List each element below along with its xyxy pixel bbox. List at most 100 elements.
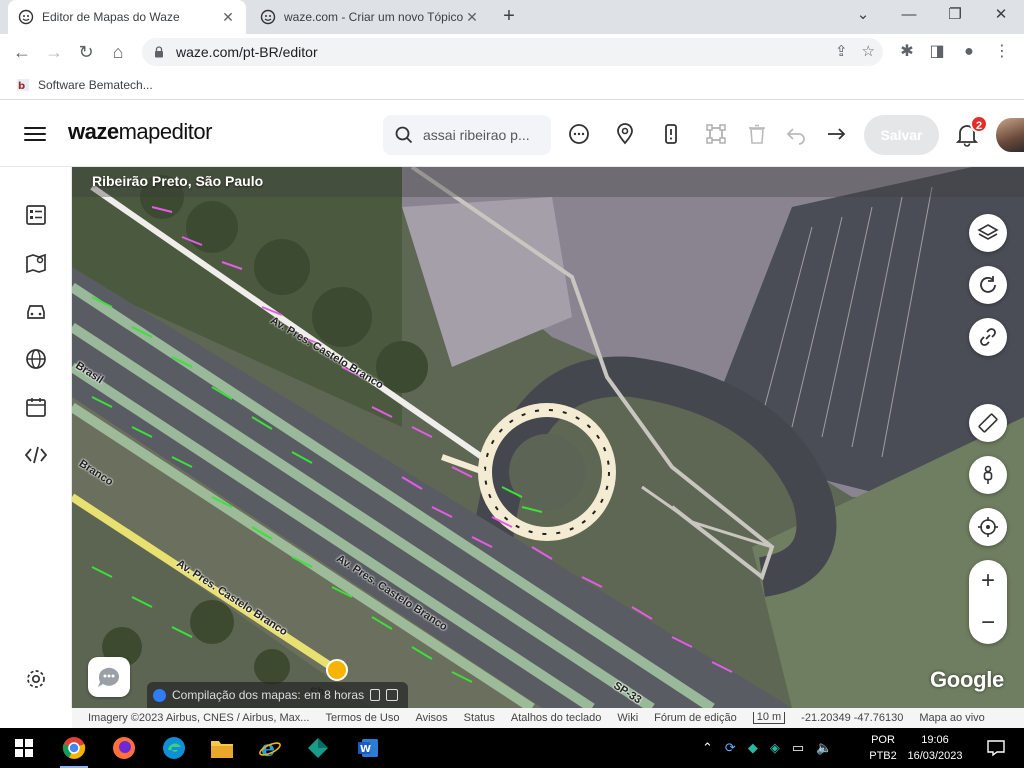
input-language[interactable]: POR PTB2 [866,732,900,764]
clock-date: 16/03/2023 [907,750,963,762]
permalink-button[interactable] [969,318,1007,356]
sidebar-item-drives[interactable] [24,299,48,323]
bookmark-star-icon[interactable]: ☆ [862,42,875,60]
profile-icon[interactable]: ● [955,38,983,66]
show-hidden-icons-chevron-icon[interactable]: ⌃ [702,740,713,756]
sidebar-item-scripts[interactable] [24,443,48,467]
app-diamond-icon[interactable] [298,732,338,764]
delete-trash-icon[interactable] [744,121,770,147]
mobile-icon[interactable] [370,689,381,701]
undo-icon[interactable] [783,121,809,147]
tab-waze-forum[interactable]: waze.com - Criar um novo Tópico ✕ [250,0,490,34]
layers-button[interactable] [969,214,1007,252]
refresh-icon [980,276,996,293]
forward-arrow-icon[interactable]: → [40,38,68,66]
link-shortcuts[interactable]: Atalhos do teclado [511,712,602,724]
bematech-favicon-icon: b [17,78,29,92]
windows-start-icon[interactable] [4,732,44,764]
app-tray-icon[interactable]: ◆ [748,740,758,756]
link-status[interactable]: Status [464,712,495,724]
map-compile-status: Compilação dos mapas: em 8 horas [147,682,409,708]
side-panel-icon[interactable]: ◨ [923,38,951,66]
close-tab-icon[interactable]: ✕ [464,9,480,26]
volume-icon[interactable]: 🔈 [816,740,832,756]
back-arrow-icon[interactable]: ← [8,38,36,66]
code-icon [24,446,48,464]
hamburger-menu-icon[interactable] [24,123,46,143]
bookmarks-bar: b Software Bematech... [0,70,1024,100]
live-map-link[interactable]: Mapa ao vivo [919,712,984,724]
link-icon [980,328,996,346]
browser-menu-icon[interactable]: ⋮ [988,38,1016,66]
chat-button[interactable] [88,657,130,697]
url-text: waze.com/pt-BR/editor [176,44,318,60]
waze-favicon-icon [260,9,276,25]
avatar[interactable] [996,118,1024,152]
close-window-icon[interactable]: ✕ [978,0,1024,34]
sidebar-item-areas[interactable] [24,347,48,371]
restore-icon[interactable]: ❐ [932,0,978,34]
address-bar[interactable]: waze.com/pt-BR/editor ⇪ ☆ [142,38,883,66]
file-explorer-icon[interactable] [202,732,242,764]
svg-text:b: b [18,81,25,92]
waze-logo: wazemapeditor [68,119,212,144]
zoom-out-button[interactable]: − [969,602,1007,644]
scale-bar: 10 m [752,712,786,724]
measure-button[interactable] [969,404,1007,442]
car-icon [27,305,45,319]
link-wiki[interactable]: Wiki [617,712,638,724]
notification-center-icon[interactable] [976,732,1016,764]
network-icon[interactable]: ▭ [792,740,804,756]
chrome-icon[interactable] [54,732,94,768]
location-bar: Ribeirão Preto, São Paulo [72,167,1024,197]
firefox-icon[interactable] [104,732,144,764]
map-canvas[interactable]: Av. Pres. Castelo Branco Av. Pres. Caste… [72,167,1024,708]
coordinates: -21.20349 -47.76130 [801,712,904,724]
edge-icon[interactable] [154,732,194,764]
tab-search-chevron-icon[interactable]: ⌄ [840,0,886,34]
sidebar-item-events[interactable] [24,395,48,419]
extensions-puzzle-icon[interactable]: ✱ [893,38,921,66]
internet-explorer-icon[interactable]: e [250,732,290,764]
search-icon [395,126,413,144]
info-check-icon [153,688,166,702]
new-tab-button[interactable]: + [498,6,520,28]
link-forum[interactable]: Fórum de edição [654,712,737,724]
link-terms[interactable]: Termos de Uso [325,712,399,724]
waze-header: wazemapeditor assai ribeirao p... Salvar… [0,101,1024,167]
select-segments-icon[interactable] [703,121,729,147]
hazard-icon[interactable] [658,121,684,147]
search-input[interactable]: assai ribeirao p... [383,115,551,155]
tab-title: waze.com - Criar um novo Tópico [284,10,464,24]
my-location-button[interactable] [969,508,1007,546]
browser-toolbar: ← → ↻ ⌂ waze.com/pt-BR/editor ⇪ ☆ ✱ ◨ ● … [0,34,1024,70]
sidebar-item-issues[interactable] [24,203,48,227]
word-icon[interactable]: W [348,732,388,764]
refresh-button[interactable] [969,266,1007,304]
expand-icon[interactable] [386,689,399,701]
sync-tray-icon[interactable]: ⟳ [725,740,736,756]
comment-icon[interactable] [566,121,592,147]
tab-waze-editor[interactable]: Editor de Mapas do Waze ✕ [8,0,246,34]
notification-count-badge: 2 [970,115,988,133]
home-icon[interactable]: ⌂ [104,38,132,66]
save-button[interactable]: Salvar [864,115,939,155]
chat-bubble-icon [98,667,119,687]
svg-text:W: W [360,744,371,755]
compile-text: Compilação dos mapas: em 8 horas [172,688,365,702]
sidebar-item-map-editing[interactable] [24,251,48,275]
bookmark-bematech[interactable]: Software Bematech... [38,78,153,92]
app-tray-icon-2[interactable]: ◈ [770,740,780,756]
reload-icon[interactable]: ↻ [72,38,100,66]
calendar-icon [26,398,46,417]
sidebar-item-settings[interactable] [24,667,48,691]
place-pin-icon[interactable] [612,121,638,147]
close-tab-icon[interactable]: ✕ [220,9,236,26]
minimize-icon[interactable]: — [886,0,932,34]
share-icon[interactable]: ⇪ [835,42,848,60]
system-clock[interactable]: 19:06 16/03/2023 [900,732,970,764]
redo-icon[interactable] [823,121,849,147]
zoom-in-button[interactable]: + [969,560,1007,602]
link-notices[interactable]: Avisos [415,712,447,724]
street-view-button[interactable] [969,456,1007,494]
